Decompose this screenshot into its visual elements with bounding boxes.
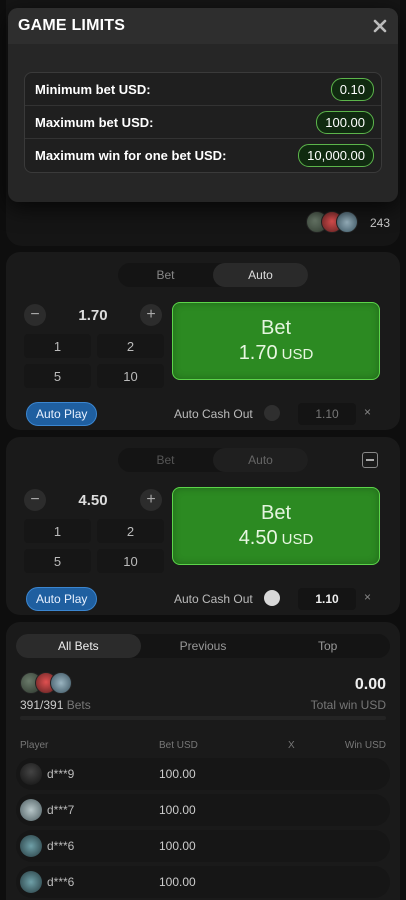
quick-amount-button[interactable]: 2 bbox=[97, 334, 164, 358]
tab-bet[interactable]: Bet bbox=[118, 263, 213, 287]
quick-amount-button[interactable]: 2 bbox=[97, 519, 164, 543]
limit-row-min-bet: Minimum bet USD: 0.10 bbox=[25, 73, 381, 106]
limits-table: Minimum bet USD: 0.10 Maximum bet USD: 1… bbox=[24, 72, 382, 173]
limit-label: Minimum bet USD: bbox=[35, 81, 151, 97]
avatar bbox=[20, 763, 42, 785]
increase-button[interactable]: + bbox=[139, 489, 162, 511]
tab-auto[interactable]: Auto bbox=[213, 448, 308, 472]
player-name: d***6 bbox=[47, 839, 75, 853]
bet-amount-input[interactable]: 4.50 bbox=[78, 492, 107, 509]
tab-auto[interactable]: Auto bbox=[213, 263, 308, 287]
player-count: 243 bbox=[370, 216, 391, 230]
avatar bbox=[20, 835, 42, 857]
column-header-bet: Bet USD bbox=[159, 740, 198, 751]
bet-amount-value: 4.50 bbox=[238, 527, 278, 549]
bets-count: 391/391 Bets bbox=[20, 698, 91, 712]
multiplier-x-label: × bbox=[364, 590, 372, 604]
game-limits-modal: GAME LIMITS Minimum bet USD: 0.10 Maximu… bbox=[8, 8, 398, 202]
table-row: d***6 100.00 bbox=[16, 830, 390, 862]
column-header-win: Win USD bbox=[344, 740, 386, 751]
multiplier-x-label: × bbox=[364, 405, 372, 419]
bet-amount: 100.00 bbox=[159, 803, 196, 817]
quick-amount-button[interactable]: 5 bbox=[24, 364, 91, 388]
decrease-button[interactable]: − bbox=[24, 489, 46, 511]
auto-cashout-input[interactable]: 1.10 bbox=[298, 588, 356, 610]
bet-button[interactable]: Bet 1.70 USD bbox=[172, 302, 380, 380]
auto-play-button[interactable]: Auto Play bbox=[26, 587, 98, 611]
limit-value: 10,000.00 bbox=[298, 144, 374, 167]
quick-amount-button[interactable]: 5 bbox=[24, 549, 91, 573]
currency-label: USD bbox=[281, 531, 314, 548]
bet-panel-1: Bet Auto − 1.70 + 1 2 5 10 Bet 1.70 USD A… bbox=[6, 252, 400, 430]
remove-panel-icon[interactable] bbox=[362, 452, 378, 468]
bets-count-value: 391/391 bbox=[20, 698, 64, 712]
bet-mode-tabs: Bet Auto bbox=[118, 263, 308, 287]
limit-label: Maximum bet USD: bbox=[35, 114, 154, 130]
quick-amounts: 1 2 5 10 bbox=[24, 519, 164, 573]
currency-label: USD bbox=[281, 346, 314, 363]
modal-title: GAME LIMITS bbox=[18, 17, 126, 34]
bets-tabs: All Bets Previous Top bbox=[16, 634, 390, 658]
auto-play-button[interactable]: Auto Play bbox=[26, 402, 98, 426]
total-win-value: 0.00 bbox=[354, 676, 386, 693]
modal-header: GAME LIMITS bbox=[8, 8, 398, 44]
bets-table: d***9 100.00 d***7 100.00 d***6 100.00 d… bbox=[16, 758, 390, 900]
table-row: d***7 100.00 bbox=[16, 794, 390, 826]
avatar bbox=[336, 211, 358, 233]
bet-button-label: Bet bbox=[260, 317, 292, 339]
quick-amount-button[interactable]: 10 bbox=[97, 364, 164, 388]
limit-row-max-bet: Maximum bet USD: 100.00 bbox=[25, 106, 381, 139]
bets-count-label: Bets bbox=[66, 698, 91, 712]
bet-amount-input[interactable]: 1.70 bbox=[78, 307, 107, 324]
bet-mode-tabs: Bet Auto bbox=[118, 448, 308, 472]
bet-button-amount: 4.50 USD bbox=[239, 527, 314, 550]
bet-amount-value: 1.70 bbox=[238, 342, 278, 364]
auto-cashout-input[interactable]: 1.10 bbox=[298, 403, 356, 425]
bet-amount: 100.00 bbox=[159, 875, 196, 889]
amount-stepper: − 4.50 + bbox=[24, 485, 162, 515]
top-player-avatars bbox=[306, 211, 358, 233]
close-icon[interactable] bbox=[372, 18, 388, 34]
bettor-avatars bbox=[20, 672, 72, 694]
limit-value: 100.00 bbox=[316, 110, 374, 134]
tab-all-bets[interactable]: All Bets bbox=[16, 634, 141, 658]
tab-top[interactable]: Top bbox=[265, 634, 390, 658]
auto-cashout-label: Auto Cash Out bbox=[174, 592, 253, 606]
table-row: d***9 100.00 bbox=[16, 758, 390, 790]
auto-cashout-label: Auto Cash Out bbox=[174, 407, 253, 421]
bets-panel: All Bets Previous Top 391/391 Bets 0.00 … bbox=[6, 622, 400, 900]
limit-value: 0.10 bbox=[330, 77, 374, 101]
table-row: d***6 100.00 bbox=[16, 866, 390, 898]
increase-button[interactable]: + bbox=[139, 304, 162, 326]
bet-button-amount: 1.70 USD bbox=[239, 342, 314, 365]
quick-amounts: 1 2 5 10 bbox=[24, 334, 164, 388]
limit-row-max-win: Maximum win for one bet USD: 10,000.00 bbox=[25, 139, 381, 172]
bet-button[interactable]: Bet 4.50 USD bbox=[172, 487, 380, 565]
decrease-button[interactable]: − bbox=[24, 304, 46, 326]
limit-label: Maximum win for one bet USD: bbox=[35, 148, 227, 163]
bet-panel-2: Bet Auto − 4.50 + 1 2 5 10 Bet 4.50 USD A… bbox=[6, 437, 400, 615]
column-header-player: Player bbox=[20, 740, 49, 751]
progress-bar bbox=[20, 716, 386, 720]
bet-button-label: Bet bbox=[260, 502, 292, 524]
amount-stepper: − 1.70 + bbox=[24, 300, 162, 330]
tab-bet[interactable]: Bet bbox=[118, 448, 213, 472]
tab-previous[interactable]: Previous bbox=[141, 634, 266, 658]
auto-cashout-toggle[interactable] bbox=[264, 590, 280, 606]
quick-amount-button[interactable]: 10 bbox=[97, 549, 164, 573]
quick-amount-button[interactable]: 1 bbox=[24, 334, 91, 358]
auto-cashout-toggle[interactable] bbox=[264, 405, 280, 421]
bet-amount: 100.00 bbox=[159, 767, 196, 781]
quick-amount-button[interactable]: 1 bbox=[24, 519, 91, 543]
column-header-x: X bbox=[288, 740, 295, 751]
total-win-label: Total win USD bbox=[310, 698, 386, 712]
player-name: d***9 bbox=[47, 767, 75, 781]
avatar bbox=[50, 672, 72, 694]
avatar bbox=[20, 799, 42, 821]
player-name: d***6 bbox=[47, 875, 75, 889]
avatar bbox=[20, 871, 42, 893]
bet-amount: 100.00 bbox=[159, 839, 196, 853]
player-name: d***7 bbox=[47, 803, 75, 817]
